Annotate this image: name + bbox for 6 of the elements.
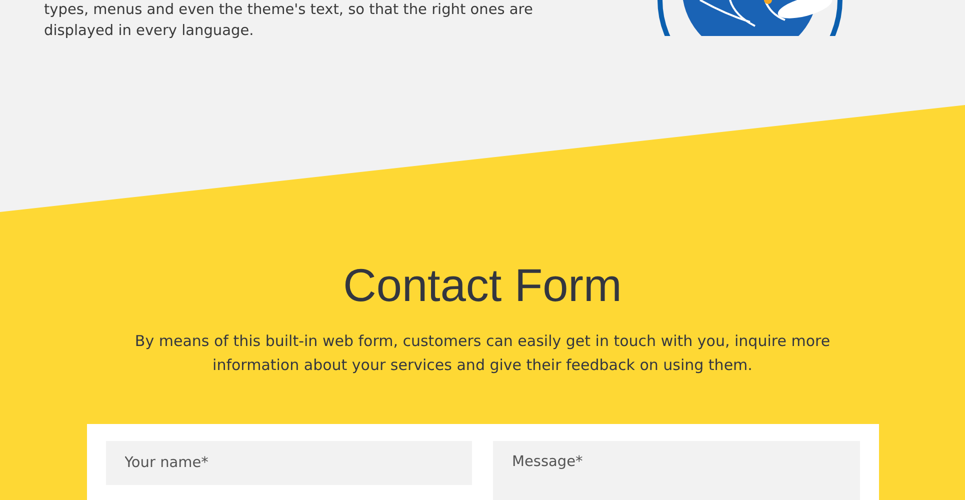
section-title: Contact Form — [343, 258, 622, 313]
message-field[interactable]: Message* — [493, 441, 860, 500]
section-description: By means of this built-in web form, customers can easily get in touch with you, inquire more information about your services and give their feedback on using them. — [134, 331, 832, 376]
globe-icon — [655, 0, 845, 36]
intro-text: types, menus and even the theme's text, so that the right ones are displayed in every language. — [43, 1, 534, 41]
name-field[interactable]: Your name* — [106, 441, 472, 485]
